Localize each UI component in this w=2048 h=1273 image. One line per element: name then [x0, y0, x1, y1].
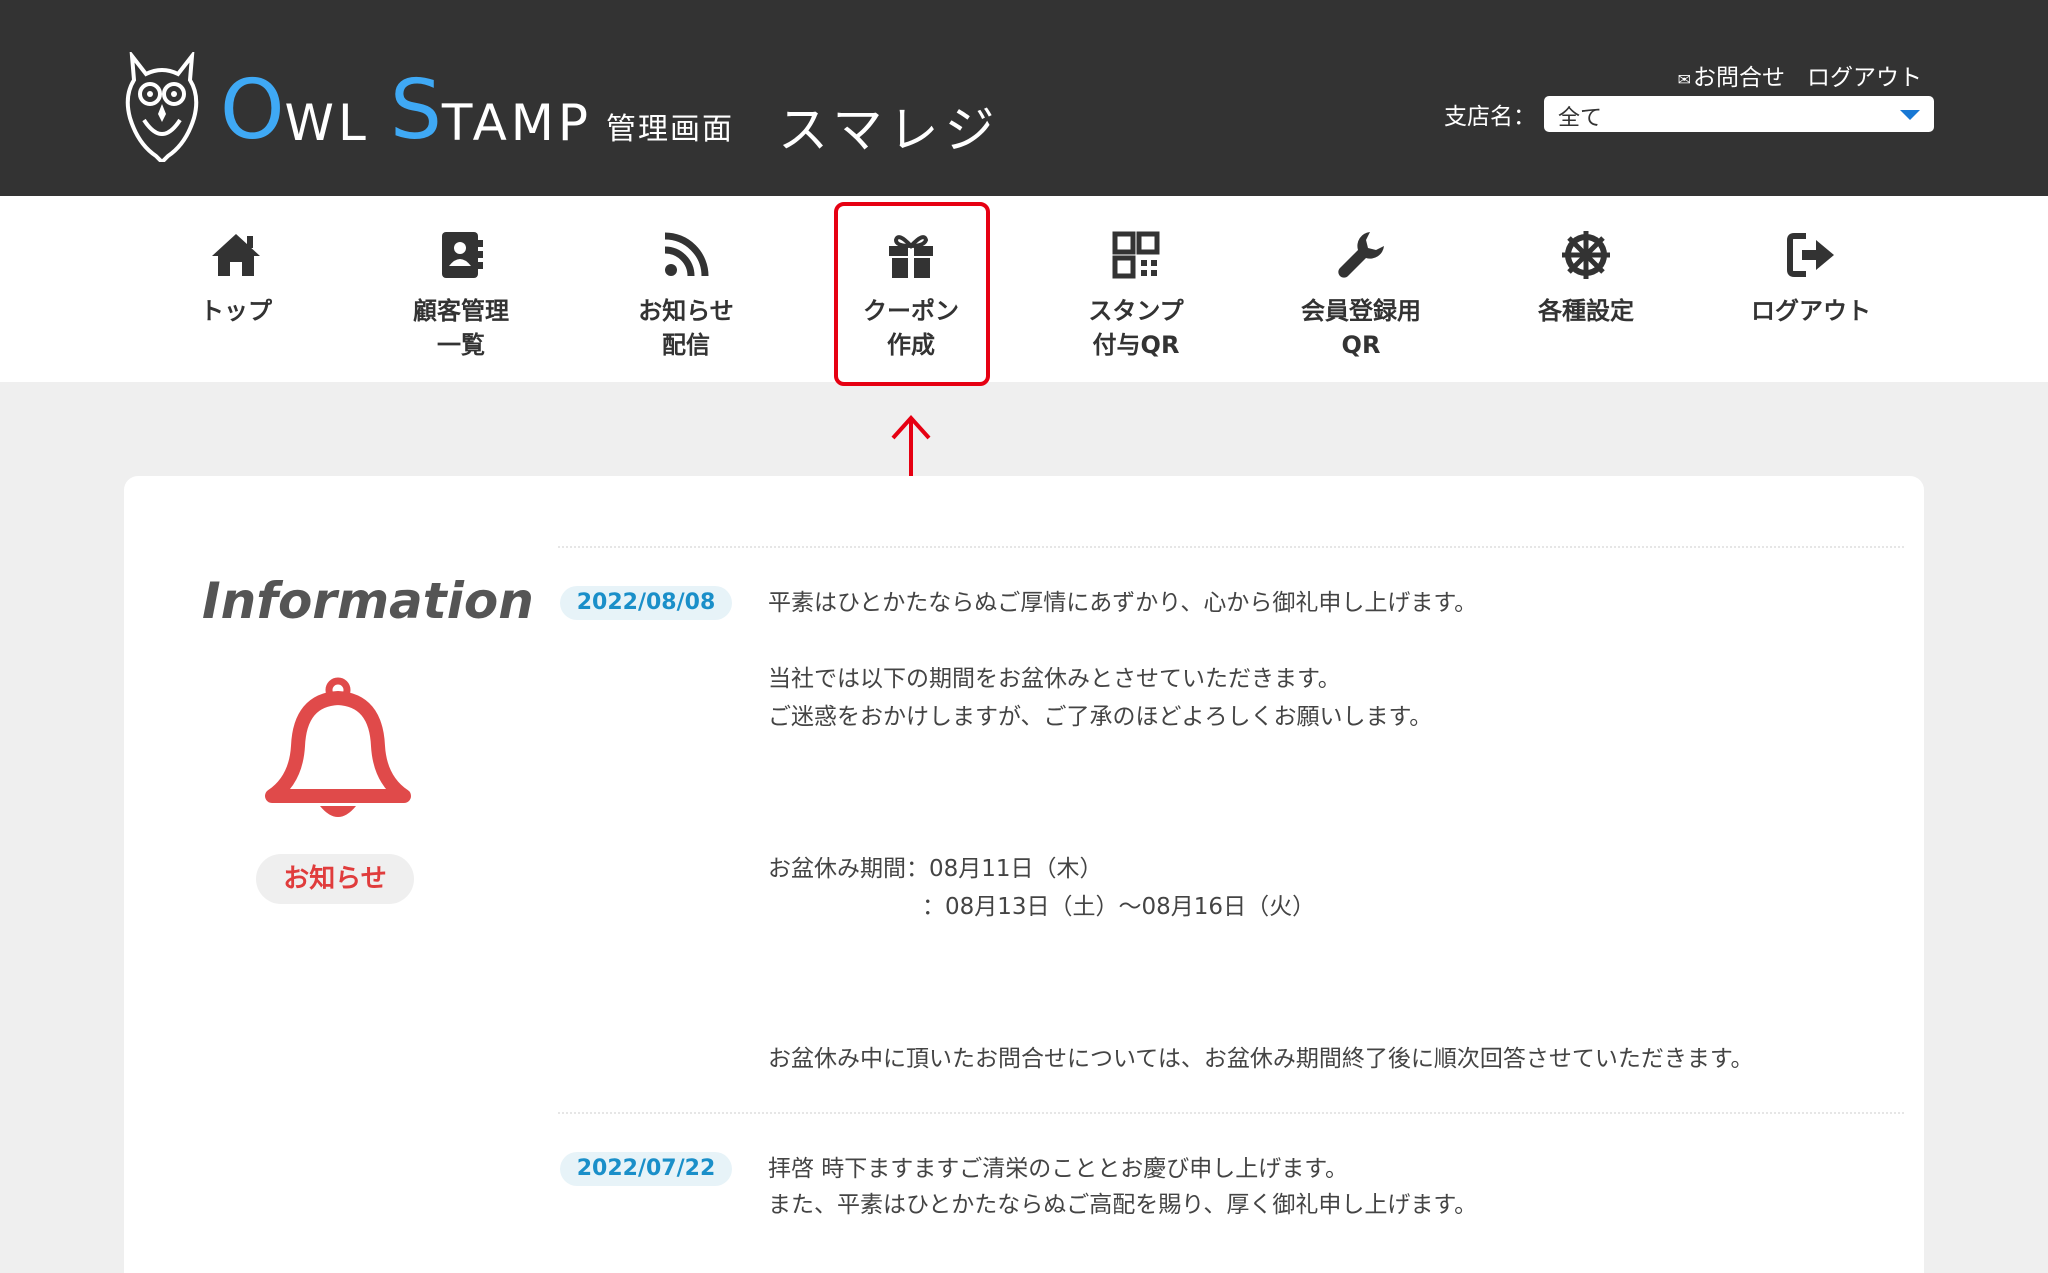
logo-wordmark: O WL S TAMP	[220, 63, 593, 158]
branch-selected-value: 全て	[1558, 106, 1603, 131]
post-text: 拝啓 時下ますますご清栄のこととお慶び申し上げます。	[768, 1156, 1349, 1182]
settings-wheel-icon	[1562, 231, 1610, 279]
coupon-highlight-box	[834, 202, 990, 386]
logo-subtitle: 管理画面	[606, 112, 734, 147]
post-text: ：08月13日（土）〜08月16日（火）	[922, 894, 1316, 920]
post-text: また、平素はひとかたならぬご高配を賜り、厚く御礼申し上げます。	[768, 1192, 1478, 1218]
address-book-icon	[442, 232, 483, 278]
post-text: お盆休み期間：08月11日（木）	[768, 856, 1103, 882]
divider	[558, 546, 1904, 548]
sign-out-icon	[1787, 233, 1834, 277]
nav-item-stamp-qr[interactable]: スタンプ 付与QR	[1061, 196, 1211, 382]
mail-icon: ✉	[1677, 70, 1691, 89]
owl-logo-icon	[125, 52, 199, 162]
up-arrow-icon	[891, 415, 931, 440]
post-date: 2022/08/08	[560, 586, 732, 620]
post-date: 2022/07/22	[560, 1152, 732, 1186]
brand-name: スマレジ	[778, 101, 1001, 159]
branch-selector: 支店名： 全て	[1444, 96, 1934, 132]
bell-icon	[265, 677, 411, 817]
nav-item-settings[interactable]: 各種設定	[1511, 196, 1661, 382]
rss-icon	[664, 232, 709, 277]
notification-badge: お知らせ	[256, 854, 414, 904]
header-links: ✉お問合せ ログアウト	[1678, 58, 1922, 92]
qr-code-icon	[1112, 231, 1160, 279]
home-icon	[212, 234, 260, 276]
post-text: 当社では以下の期間をお盆休みとさせていただきます。	[768, 666, 1341, 692]
nav-item-logout[interactable]: ログアウト	[1736, 196, 1886, 382]
contact-link[interactable]: ✉お問合せ	[1678, 58, 1785, 92]
divider	[558, 1112, 1904, 1114]
post-text: 平素はひとかたならぬご厚情にあずかり、心から御礼申し上げます。	[768, 590, 1478, 616]
nav-item-customers[interactable]: 顧客管理 一覧	[386, 196, 536, 382]
information-card: Information お知らせ 2022/08/08 平素はひとかたならぬご厚…	[124, 476, 1924, 1273]
header-logout-link[interactable]: ログアウト	[1807, 58, 1922, 92]
post-text: お盆休み中に頂いたお問合せについては、お盆休み期間終了後に順次回答させていただき…	[768, 1046, 1754, 1072]
app-header: O WL S TAMP 管理画面 スマレジ ✉お問合せ ログアウト 支店名： 全…	[0, 0, 2048, 196]
branch-select[interactable]: 全て	[1544, 96, 1934, 132]
chevron-down-icon	[1900, 110, 1920, 120]
nav-item-top[interactable]: トップ	[161, 196, 311, 382]
main-nav: トップ 顧客管理 一覧 お知らせ 配信 クーポン 作成 スタンプ 付与QR 会員…	[0, 196, 2048, 382]
branch-label: 支店名：	[1444, 104, 1536, 130]
nav-item-notifications[interactable]: お知らせ 配信	[611, 196, 761, 382]
post-text: ご迷惑をおかけしますが、ご了承のほどよろしくお願いします。	[768, 704, 1433, 730]
information-title: Information	[202, 572, 534, 630]
nav-item-member-qr[interactable]: 会員登録用 QR	[1286, 196, 1436, 382]
wrench-icon	[1338, 232, 1384, 278]
